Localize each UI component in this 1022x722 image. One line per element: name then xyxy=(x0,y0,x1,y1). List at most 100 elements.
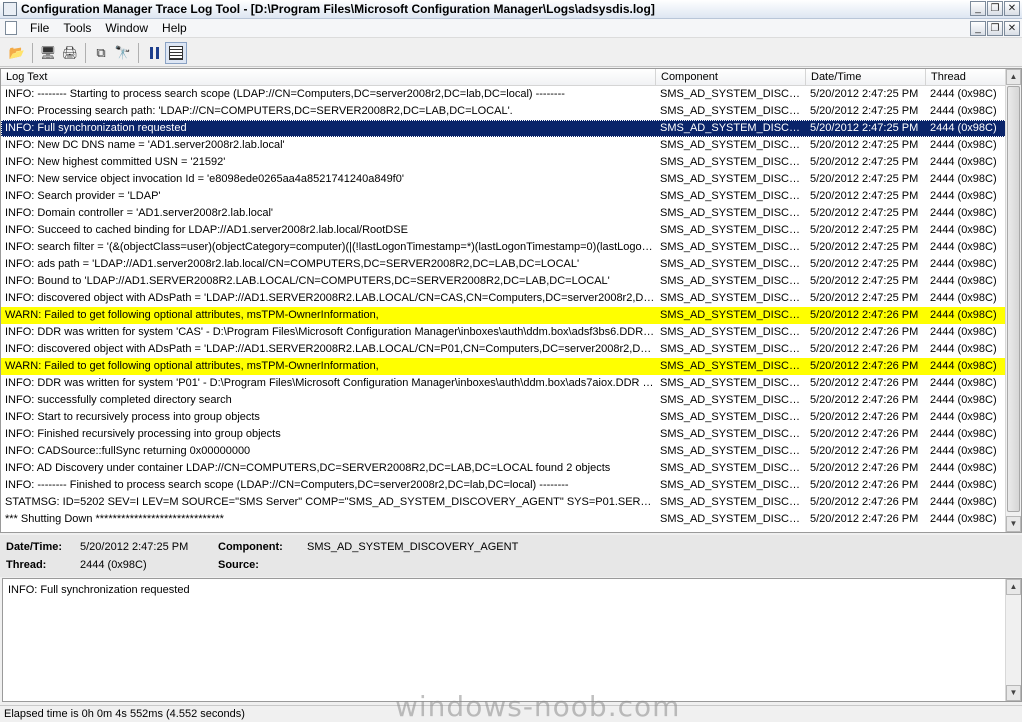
close-icon[interactable]: ✕ xyxy=(1004,1,1020,16)
restore-icon[interactable]: ❐ xyxy=(987,1,1003,16)
document-icon[interactable] xyxy=(5,21,17,35)
log-text-cell: *** Shutting Down **********************… xyxy=(5,513,224,525)
datetime-cell: 5/20/2012 2:47:26 PM xyxy=(810,309,919,321)
component-cell: SMS_AD_SYSTEM_DISCOVE xyxy=(660,377,806,389)
table-row[interactable]: *** Shutting Down **********************… xyxy=(1,511,1007,528)
table-row[interactable]: INFO: New service object invocation Id =… xyxy=(1,171,1007,188)
component-cell: SMS_AD_SYSTEM_DISCOVE xyxy=(660,479,806,491)
table-row[interactable]: INFO: New highest committed USN = '21592… xyxy=(1,154,1007,171)
log-text-cell: INFO: CADSource::fullSync returning 0x00… xyxy=(5,445,251,457)
datetime-cell: 5/20/2012 2:47:25 PM xyxy=(810,258,919,270)
datetime-cell: 5/20/2012 2:47:26 PM xyxy=(810,479,919,491)
thread-cell: 2444 (0x98C) xyxy=(930,377,997,389)
table-row[interactable]: INFO: discovered object with ADsPath = '… xyxy=(1,290,1007,307)
table-row[interactable]: INFO: Processing search path: 'LDAP://CN… xyxy=(1,103,1007,120)
scroll-up-icon[interactable]: ▲ xyxy=(1006,579,1021,595)
table-row[interactable]: INFO: New DC DNS name = 'AD1.server2008r… xyxy=(1,137,1007,154)
table-row[interactable]: WARN: Failed to get following optional a… xyxy=(1,358,1007,375)
table-row[interactable]: INFO: DDR was written for system 'CAS' -… xyxy=(1,324,1007,341)
component-cell: SMS_AD_SYSTEM_DISCOVE xyxy=(660,207,806,219)
log-text-cell: INFO: successfully completed directory s… xyxy=(5,394,232,406)
thread-cell: 2444 (0x98C) xyxy=(930,122,997,134)
print-preview-icon[interactable]: 🖥 xyxy=(37,42,59,64)
doc-restore-icon[interactable]: ❐ xyxy=(987,21,1003,36)
scroll-thumb[interactable] xyxy=(1007,86,1020,512)
scroll-up-icon[interactable]: ▲ xyxy=(1006,69,1021,85)
table-row[interactable]: INFO: Full synchronization requested SMS_… xyxy=(1,120,1007,137)
component-label: Component: xyxy=(218,541,283,553)
component-cell: SMS_AD_SYSTEM_DISCOVE xyxy=(660,275,806,287)
doc-minimize-icon[interactable]: _ xyxy=(970,21,986,36)
print-icon[interactable]: 🖨 xyxy=(59,42,81,64)
find-icon[interactable]: 🔭 xyxy=(112,42,134,64)
thread-cell: 2444 (0x98C) xyxy=(930,190,997,202)
pause-icon[interactable] xyxy=(143,42,165,64)
log-text-cell: INFO: Succeed to cached binding for LDAP… xyxy=(5,224,408,236)
log-text-cell: INFO: -------- Starting to process searc… xyxy=(5,88,565,100)
scroll-down-icon[interactable]: ▼ xyxy=(1006,516,1021,532)
datetime-cell: 5/20/2012 2:47:26 PM xyxy=(810,445,919,457)
component-cell: SMS_AD_SYSTEM_DISCOVE xyxy=(660,428,806,440)
highlight-icon[interactable] xyxy=(165,41,187,64)
table-row[interactable]: INFO: DDR was written for system 'P01' -… xyxy=(1,375,1007,392)
datetime-cell: 5/20/2012 2:47:25 PM xyxy=(810,139,919,151)
table-row[interactable]: INFO: Search provider = 'LDAP' SMS_AD_SYS… xyxy=(1,188,1007,205)
log-text-cell: STATMSG: ID=5202 SEV=I LEV=M SOURCE="SMS… xyxy=(5,496,656,508)
scroll-down-icon[interactable]: ▼ xyxy=(1006,685,1021,701)
open-icon[interactable]: 📂 xyxy=(6,42,28,64)
table-row[interactable]: INFO: Succeed to cached binding for LDAP… xyxy=(1,222,1007,239)
component-cell: SMS_AD_SYSTEM_DISCOVE xyxy=(660,139,806,151)
component-cell: SMS_AD_SYSTEM_DISCOVE xyxy=(660,411,806,423)
table-row[interactable]: INFO: AD Discovery under container LDAP:… xyxy=(1,460,1007,477)
column-header-datetime[interactable]: Date/Time xyxy=(806,69,926,86)
message-scrollbar[interactable]: ▲ ▼ xyxy=(1005,579,1021,701)
table-row[interactable]: INFO: Domain controller = 'AD1.server200… xyxy=(1,205,1007,222)
datetime-value: 5/20/2012 2:47:25 PM xyxy=(80,541,189,553)
datetime-cell: 5/20/2012 2:47:25 PM xyxy=(810,190,919,202)
thread-cell: 2444 (0x98C) xyxy=(930,496,997,508)
table-row[interactable]: INFO: -------- Starting to process searc… xyxy=(1,86,1007,103)
table-row[interactable]: INFO: Start to recursively process into … xyxy=(1,409,1007,426)
message-box[interactable]: INFO: Full synchronization requested ▲ ▼ xyxy=(2,578,1022,702)
copy-icon[interactable]: ⧉ xyxy=(90,42,112,64)
thread-cell: 2444 (0x98C) xyxy=(930,105,997,117)
table-row[interactable]: INFO: successfully completed directory s… xyxy=(1,392,1007,409)
datetime-label: Date/Time: xyxy=(6,541,63,553)
column-header-component[interactable]: Component xyxy=(656,69,806,86)
column-header-log-text[interactable]: Log Text xyxy=(1,69,656,86)
column-header-thread[interactable]: Thread xyxy=(926,69,1007,86)
table-row[interactable]: INFO: search filter = '(&(objectClass=us… xyxy=(1,239,1007,256)
log-text-cell: INFO: Bound to 'LDAP://AD1.SERVER2008R2.… xyxy=(5,275,610,287)
datetime-cell: 5/20/2012 2:47:26 PM xyxy=(810,326,919,338)
thread-cell: 2444 (0x98C) xyxy=(930,88,997,100)
minimize-icon[interactable]: _ xyxy=(970,1,986,16)
table-row[interactable]: INFO: ads path = 'LDAP://AD1.server2008r… xyxy=(1,256,1007,273)
table-row[interactable]: INFO: Bound to 'LDAP://AD1.SERVER2008R2.… xyxy=(1,273,1007,290)
component-cell: SMS_AD_SYSTEM_DISCOVE xyxy=(660,343,806,355)
log-grid[interactable]: Log Text Component Date/Time Thread INFO… xyxy=(0,68,1022,533)
table-row[interactable]: INFO: -------- Finished to process searc… xyxy=(1,477,1007,494)
datetime-cell: 5/20/2012 2:47:25 PM xyxy=(810,207,919,219)
menu-window[interactable]: Window xyxy=(98,21,155,35)
toolbar-separator xyxy=(85,42,86,63)
log-text-cell: INFO: Search provider = 'LDAP' xyxy=(5,190,161,202)
doc-close-icon[interactable]: ✕ xyxy=(1004,21,1020,36)
datetime-cell: 5/20/2012 2:47:26 PM xyxy=(810,428,919,440)
table-row[interactable]: WARN: Failed to get following optional a… xyxy=(1,307,1007,324)
thread-cell: 2444 (0x98C) xyxy=(930,479,997,491)
component-cell: SMS_AD_SYSTEM_DISCOVE xyxy=(660,156,806,168)
log-scrollbar[interactable]: ▲ ▼ xyxy=(1005,69,1021,532)
menu-help[interactable]: Help xyxy=(155,21,194,35)
thread-cell: 2444 (0x98C) xyxy=(930,309,997,321)
toolbar-separator xyxy=(138,42,139,63)
menu-file[interactable]: File xyxy=(23,21,56,35)
datetime-cell: 5/20/2012 2:47:26 PM xyxy=(810,360,919,372)
menu-tools[interactable]: Tools xyxy=(56,21,98,35)
table-row[interactable]: STATMSG: ID=5202 SEV=I LEV=M SOURCE="SMS… xyxy=(1,494,1007,511)
thread-cell: 2444 (0x98C) xyxy=(930,326,997,338)
thread-cell: 2444 (0x98C) xyxy=(930,275,997,287)
table-row[interactable]: INFO: Finished recursively processing in… xyxy=(1,426,1007,443)
toolbar: 📂 🖥 🖨 ⧉ 🔭 xyxy=(0,39,1022,67)
table-row[interactable]: INFO: discovered object with ADsPath = '… xyxy=(1,341,1007,358)
table-row[interactable]: INFO: CADSource::fullSync returning 0x00… xyxy=(1,443,1007,460)
